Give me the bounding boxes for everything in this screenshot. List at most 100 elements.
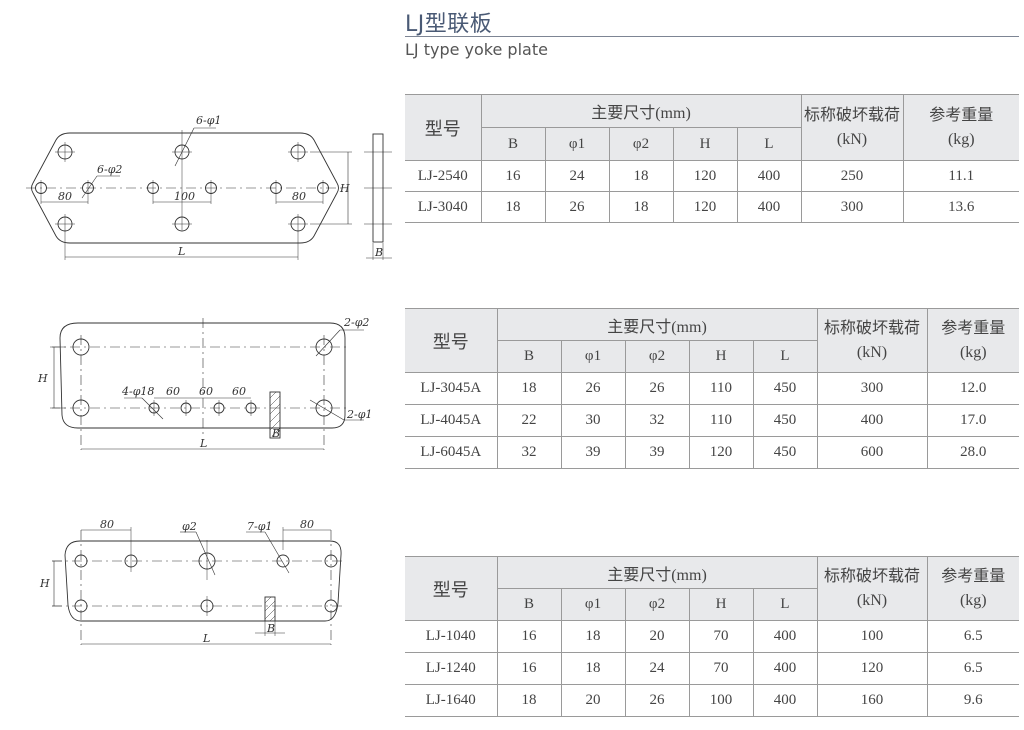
cell-B: 32 xyxy=(496,436,562,469)
cell-phi1: 20 xyxy=(560,684,626,717)
cell-H: 120 xyxy=(672,160,738,192)
cell-H: 120 xyxy=(688,436,754,469)
cell-weight: 13.6 xyxy=(902,191,1020,223)
cell-weight: 6.5 xyxy=(926,652,1020,685)
cell-phi1: 26 xyxy=(560,372,626,405)
header-main-dims: 主要尺寸(mm) xyxy=(480,94,802,128)
cell-B: 18 xyxy=(496,372,562,405)
cell-model: LJ-3040 xyxy=(405,191,482,223)
cell-phi1: 18 xyxy=(560,652,626,685)
cell-B: 18 xyxy=(480,191,546,223)
label-H: H xyxy=(39,577,50,590)
label-dim-left: 80 xyxy=(100,518,114,531)
cell-weight: 12.0 xyxy=(926,372,1020,405)
cell-weight: 6.5 xyxy=(926,620,1020,653)
cell-L: 450 xyxy=(752,436,818,469)
cell-weight: 17.0 xyxy=(926,404,1020,437)
cell-phi2: 18 xyxy=(608,160,674,192)
table-row: LJ-1640 18 20 26 100 400 160 9.6 xyxy=(405,684,1020,717)
cell-L: 400 xyxy=(736,160,802,192)
cell-model: LJ-6045A xyxy=(405,436,498,469)
spec-table-2: 型号 主要尺寸(mm) 标称破坏载荷 (kN) 参考重量 (kg) B φ1 φ2 … xyxy=(405,308,1020,469)
cell-phi2: 20 xyxy=(624,620,690,653)
cell-H: 110 xyxy=(688,404,754,437)
cell-phi1: 18 xyxy=(560,620,626,653)
cell-phi1: 39 xyxy=(560,436,626,469)
cell-load: 120 xyxy=(816,652,928,685)
cell-weight: 28.0 xyxy=(926,436,1020,469)
header-weight: 参考重量 (kg) xyxy=(926,556,1020,621)
cell-phi2: 24 xyxy=(624,652,690,685)
header-phi1: φ1 xyxy=(560,588,626,621)
table-row: LJ-4045A 22 30 32 110 450 400 17.0 xyxy=(405,404,1020,437)
cell-phi2: 26 xyxy=(624,372,690,405)
cell-phi1: 24 xyxy=(544,160,610,192)
cell-phi1: 26 xyxy=(544,191,610,223)
header-B: B xyxy=(497,340,562,373)
cell-L: 400 xyxy=(752,652,818,685)
cell-load: 160 xyxy=(816,684,928,717)
cell-L: 400 xyxy=(752,620,818,653)
cell-model: LJ-2540 xyxy=(405,160,482,192)
header-load: 标称破坏载荷 (kN) xyxy=(800,94,904,161)
header-L: L xyxy=(752,340,818,373)
cell-load: 250 xyxy=(800,160,904,192)
header-phi2: φ2 xyxy=(608,127,674,161)
table-row: LJ-1040 16 18 20 70 400 100 6.5 xyxy=(405,620,1020,653)
cell-L: 450 xyxy=(752,372,818,405)
header-phi2: φ2 xyxy=(624,340,690,373)
header-H: H xyxy=(688,588,754,621)
cell-B: 22 xyxy=(496,404,562,437)
cell-B: 16 xyxy=(480,160,546,192)
label-B: B xyxy=(266,622,275,635)
header-H: H xyxy=(672,127,738,161)
header-model: 型号 xyxy=(405,308,498,373)
cell-load: 600 xyxy=(816,436,928,469)
cell-phi2: 39 xyxy=(624,436,690,469)
table-row: LJ-6045A 32 39 39 120 450 600 28.0 xyxy=(405,436,1020,469)
header-phi1: φ1 xyxy=(544,127,610,161)
header-phi1: φ1 xyxy=(560,340,626,373)
header-weight: 参考重量 (kg) xyxy=(926,308,1020,373)
table-row: LJ-1240 16 18 24 70 400 120 6.5 xyxy=(405,652,1020,685)
header-L: L xyxy=(752,588,818,621)
header-main-dims: 主要尺寸(mm) xyxy=(496,556,818,589)
cell-phi2: 18 xyxy=(608,191,674,223)
cell-load: 300 xyxy=(800,191,904,223)
cell-phi1: 30 xyxy=(560,404,626,437)
cell-phi2: 32 xyxy=(624,404,690,437)
cell-model: LJ-1240 xyxy=(405,652,498,685)
cell-L: 400 xyxy=(736,191,802,223)
cell-H: 110 xyxy=(688,372,754,405)
cell-weight: 11.1 xyxy=(902,160,1020,192)
cell-load: 300 xyxy=(816,372,928,405)
header-B: B xyxy=(497,588,562,621)
label-L: L xyxy=(202,632,210,645)
header-model: 型号 xyxy=(405,94,482,161)
cell-B: 16 xyxy=(496,652,562,685)
cell-model: LJ-3045A xyxy=(405,372,498,405)
cell-B: 16 xyxy=(496,620,562,653)
label-phi2: φ2 xyxy=(182,520,197,533)
cell-L: 450 xyxy=(752,404,818,437)
cell-H: 70 xyxy=(688,652,754,685)
header-B: B xyxy=(481,127,546,161)
cell-model: LJ-1640 xyxy=(405,684,498,717)
cell-H: 120 xyxy=(672,191,738,223)
table-row: LJ-3040 18 26 18 120 400 300 13.6 xyxy=(405,191,1020,223)
cell-L: 400 xyxy=(752,684,818,717)
cell-H: 100 xyxy=(688,684,754,717)
label-phi1: 7-φ1 xyxy=(247,520,272,533)
spec-table-3: 型号 主要尺寸(mm) 标称破坏载荷 (kN) 参考重量 (kg) B φ1 φ2 … xyxy=(405,556,1020,717)
header-model: 型号 xyxy=(405,556,498,621)
header-load: 标称破坏载荷 (kN) xyxy=(816,556,928,621)
cell-H: 70 xyxy=(688,620,754,653)
header-phi2: φ2 xyxy=(624,588,690,621)
spec-table-1: 型号 主要尺寸(mm) 标称破坏载荷 (kN) 参考重量 (kg) B φ1 φ2 … xyxy=(405,94,1020,223)
cell-load: 100 xyxy=(816,620,928,653)
header-load: 标称破坏载荷 (kN) xyxy=(816,308,928,373)
label-dim-right: 80 xyxy=(300,518,314,531)
header-main-dims: 主要尺寸(mm) xyxy=(496,308,818,341)
cell-weight: 9.6 xyxy=(926,684,1020,717)
cell-B: 18 xyxy=(496,684,562,717)
